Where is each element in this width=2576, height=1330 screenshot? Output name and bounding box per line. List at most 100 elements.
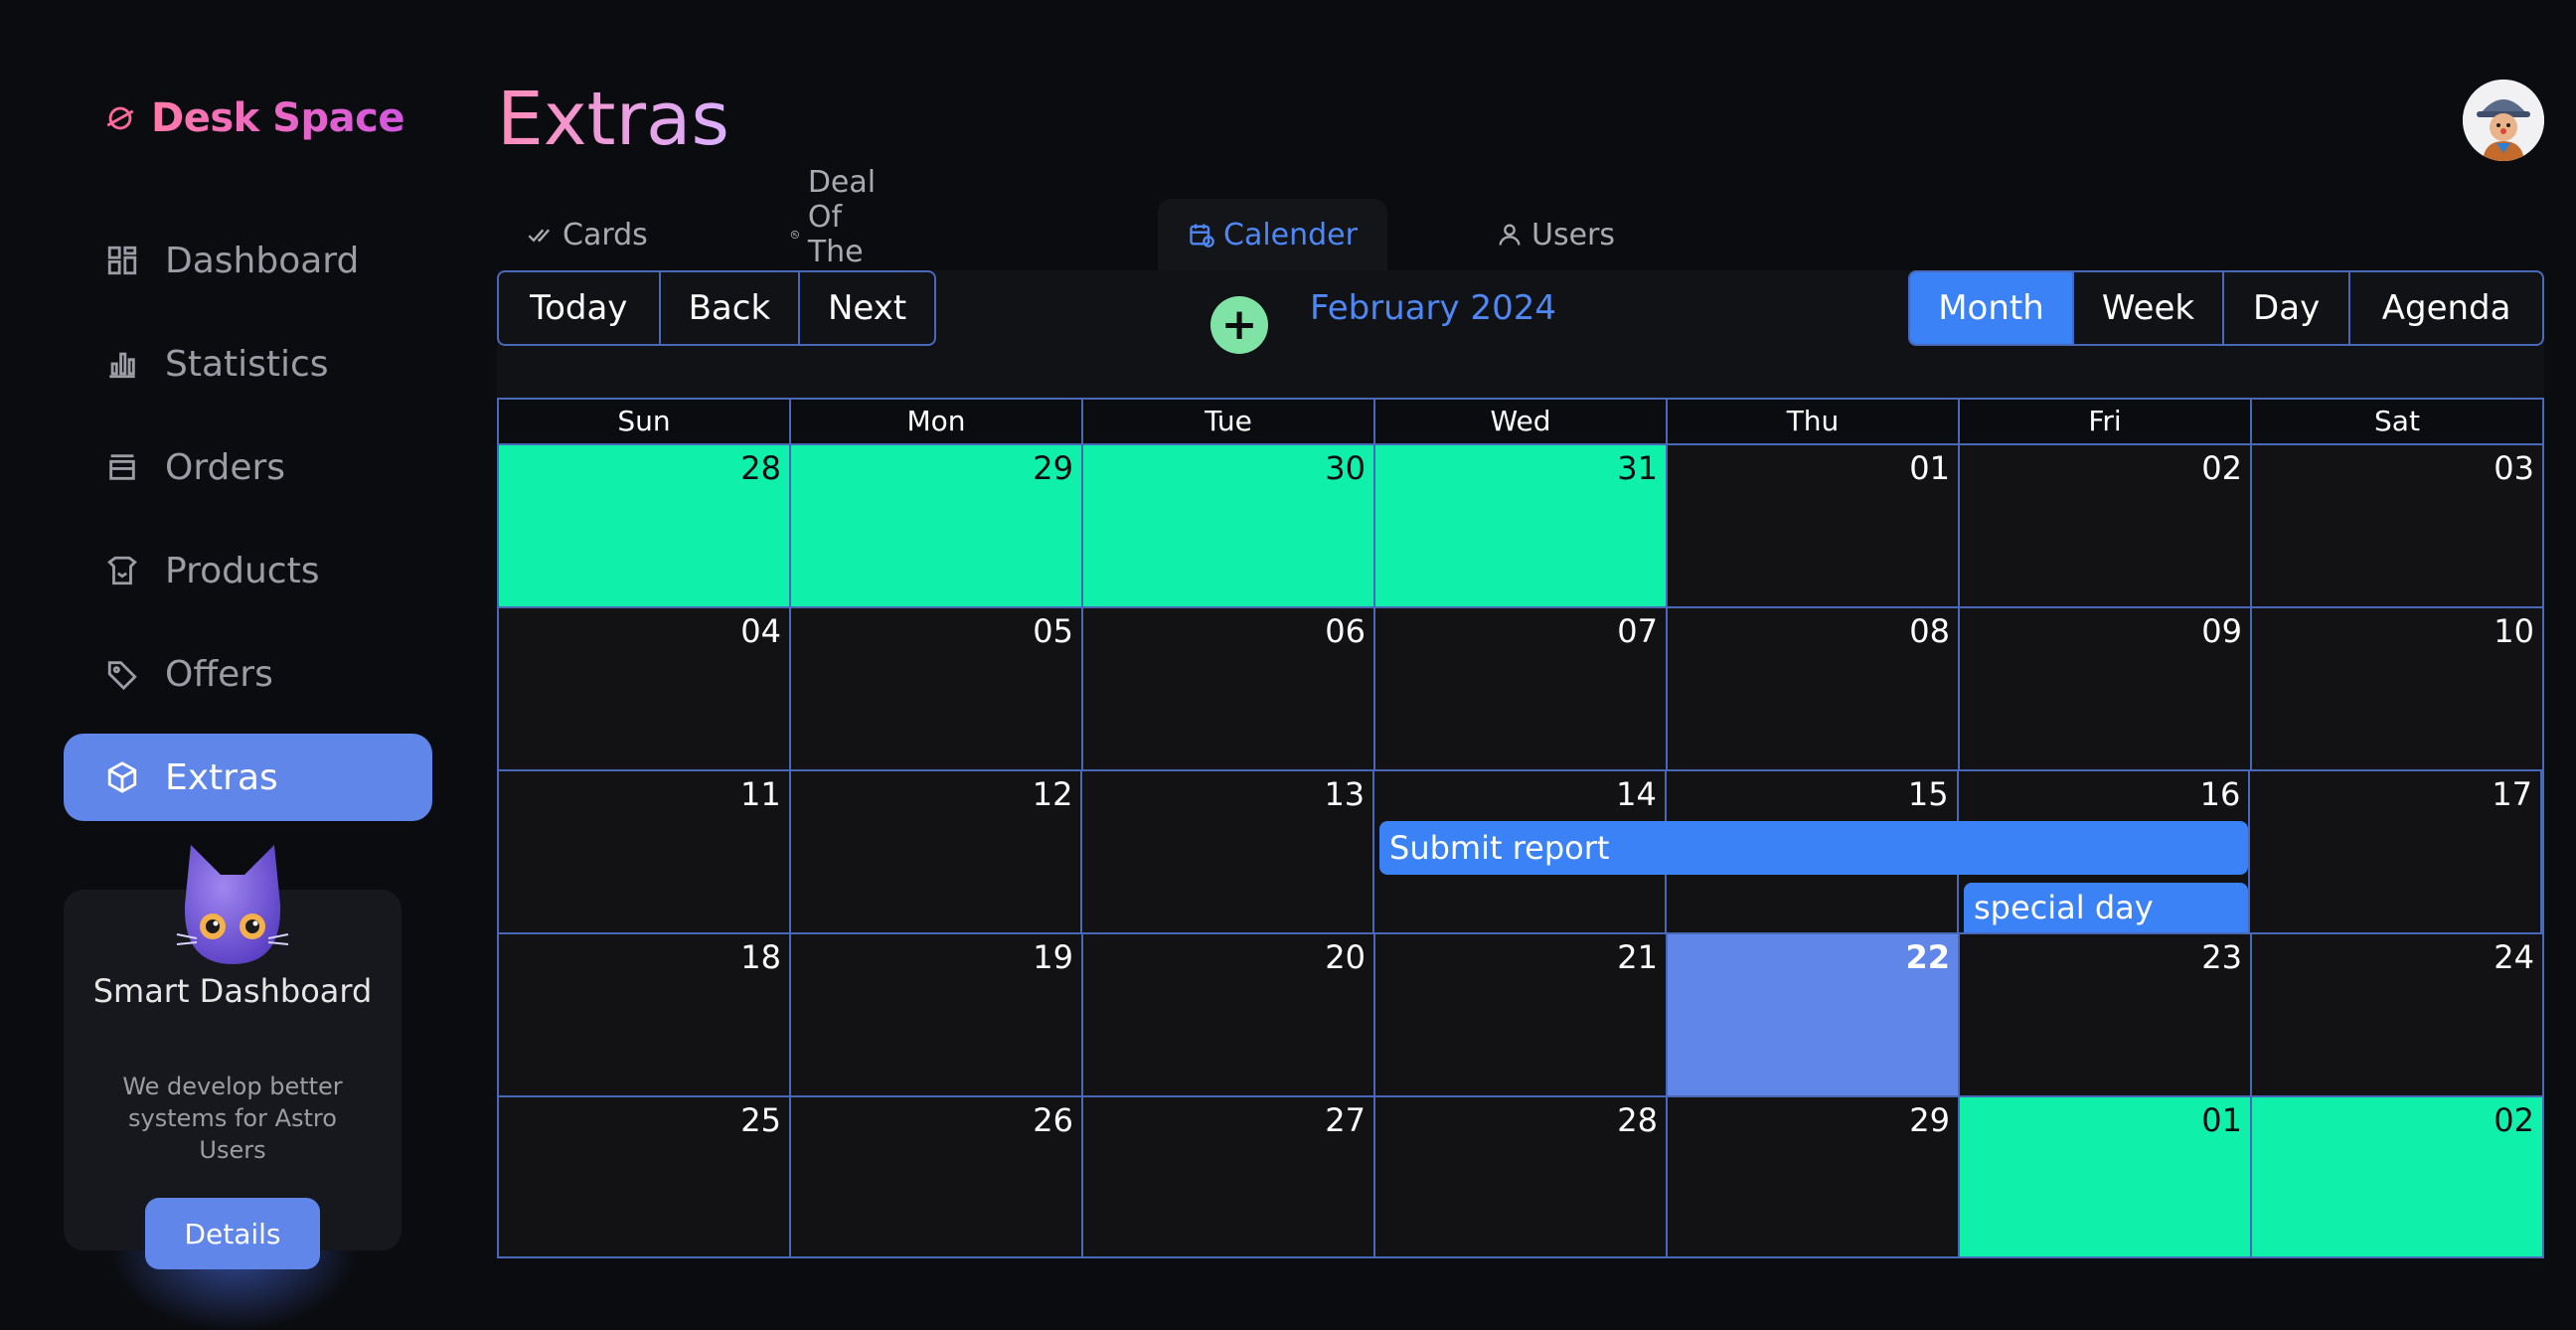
day-number[interactable]: 04 xyxy=(740,612,781,650)
day-number[interactable]: 03 xyxy=(2494,449,2534,487)
day-cell[interactable]: 05 xyxy=(791,608,1083,769)
day-number[interactable]: 20 xyxy=(1325,938,1366,976)
back-button[interactable]: Back xyxy=(661,272,801,344)
day-cell[interactable]: 07 xyxy=(1375,608,1668,769)
logo[interactable]: Desk Space xyxy=(103,95,404,141)
day-cell[interactable]: 19 xyxy=(791,934,1083,1095)
day-number[interactable]: 21 xyxy=(1617,938,1658,976)
tab-deal-of-the-day[interactable]: Deal Of The Day xyxy=(790,165,893,304)
day-cell[interactable]: 28 xyxy=(499,445,791,606)
day-number[interactable]: 10 xyxy=(2494,612,2534,650)
day-number[interactable]: 19 xyxy=(1033,938,1073,976)
sidebar-item-orders[interactable]: Orders xyxy=(64,423,432,511)
day-cell[interactable]: 09 xyxy=(1960,608,2252,769)
day-cell[interactable]: 23 xyxy=(1960,934,2252,1095)
day-cell[interactable]: 08 xyxy=(1668,608,1960,769)
statistics-icon xyxy=(109,352,135,379)
day-cell[interactable]: 29 xyxy=(791,445,1083,606)
tab-cards[interactable]: Cards xyxy=(527,199,648,270)
day-cell[interactable]: 26 xyxy=(791,1097,1083,1256)
sidebar-item-products[interactable]: Products xyxy=(64,527,432,614)
sidebar-item-extras[interactable]: Extras xyxy=(64,734,432,821)
next-button[interactable]: Next xyxy=(800,272,934,344)
day-cell[interactable]: 12 xyxy=(790,771,1083,932)
day-number[interactable]: 24 xyxy=(2494,938,2534,976)
day-number[interactable]: 29 xyxy=(1909,1101,1950,1139)
tab-users[interactable]: Users xyxy=(1496,199,1615,270)
day-number[interactable]: 06 xyxy=(1325,612,1366,650)
today-button[interactable]: Today xyxy=(499,272,661,344)
day-number[interactable]: 28 xyxy=(740,449,781,487)
day-number[interactable]: 25 xyxy=(740,1101,781,1139)
day-cell[interactable]: 13 xyxy=(1082,771,1375,932)
day-number[interactable]: 22 xyxy=(1905,938,1950,976)
event-submit-report[interactable]: Submit report xyxy=(1379,821,2248,875)
day-number[interactable]: 29 xyxy=(1033,449,1073,487)
day-cell[interactable]: 03 xyxy=(2252,445,2542,606)
day-cell[interactable]: 24 xyxy=(2252,934,2542,1095)
day-cell[interactable]: 01 xyxy=(1668,445,1960,606)
sidebar-item-dashboard[interactable]: Dashboard xyxy=(64,217,432,304)
tab-calender[interactable]: Calender xyxy=(1158,199,1387,270)
avatar[interactable] xyxy=(2463,80,2544,161)
day-number[interactable]: 28 xyxy=(1617,1101,1658,1139)
view-week-button[interactable]: Week xyxy=(2074,272,2225,344)
day-cell-today[interactable]: 22 xyxy=(1668,934,1960,1095)
day-number[interactable]: 27 xyxy=(1325,1101,1366,1139)
view-agenda-button[interactable]: Agenda xyxy=(2350,272,2542,344)
month-label: February 2024 xyxy=(1310,288,1556,328)
add-event-button[interactable]: + xyxy=(1210,296,1268,354)
day-number[interactable]: 01 xyxy=(1909,449,1950,487)
sidebar-item-statistics[interactable]: Statistics xyxy=(64,320,432,408)
day-number[interactable]: 01 xyxy=(2201,1101,2242,1139)
extras-icon xyxy=(107,761,137,793)
day-number[interactable]: 18 xyxy=(740,938,781,976)
sidebar-item-label: Extras xyxy=(165,756,278,798)
day-cell[interactable]: 18 xyxy=(499,934,791,1095)
day-cell[interactable]: 02 xyxy=(1960,445,2252,606)
view-button-group: Month Week Day Agenda xyxy=(1908,270,2544,346)
day-number[interactable]: 02 xyxy=(2201,449,2242,487)
day-number[interactable]: 15 xyxy=(1908,775,1949,813)
day-cell[interactable]: 10 xyxy=(2252,608,2542,769)
day-cell[interactable]: 02 xyxy=(2252,1097,2542,1256)
event-special-day[interactable]: special day xyxy=(1964,883,2248,932)
day-cell[interactable]: 06 xyxy=(1083,608,1375,769)
day-cell[interactable]: 21 xyxy=(1375,934,1668,1095)
day-number[interactable]: 16 xyxy=(2200,775,2241,813)
day-number[interactable]: 08 xyxy=(1909,612,1950,650)
details-button[interactable]: Details xyxy=(145,1198,320,1269)
day-number[interactable]: 23 xyxy=(2201,938,2242,976)
day-cell[interactable]: 04 xyxy=(499,608,791,769)
day-cell[interactable]: 17 xyxy=(2250,771,2543,932)
week-row: 11 12 13 14 15 16 17 Submit report speci… xyxy=(497,769,2544,932)
day-cell[interactable]: 27 xyxy=(1083,1097,1375,1256)
day-number[interactable]: 14 xyxy=(1616,775,1657,813)
day-number[interactable]: 02 xyxy=(2494,1101,2534,1139)
day-number[interactable]: 12 xyxy=(1033,775,1073,813)
promo-card: Smart Dashboard We develop better system… xyxy=(64,845,402,1269)
day-cell[interactable]: 28 xyxy=(1375,1097,1668,1256)
day-cell[interactable]: 11 xyxy=(499,771,791,932)
day-cell[interactable]: 29 xyxy=(1668,1097,1960,1256)
day-number[interactable]: 09 xyxy=(2201,612,2242,650)
day-number[interactable]: 07 xyxy=(1617,612,1658,650)
day-cell[interactable]: 30 xyxy=(1083,445,1375,606)
day-number[interactable]: 31 xyxy=(1617,449,1658,487)
day-cell[interactable]: 25 xyxy=(499,1097,791,1256)
day-cell[interactable]: 20 xyxy=(1083,934,1375,1095)
day-cell[interactable]: 31 xyxy=(1375,445,1668,606)
view-month-button[interactable]: Month xyxy=(1910,272,2074,344)
day-cell[interactable]: 01 xyxy=(1960,1097,2252,1256)
weekday-header: Sun Mon Tue Wed Thu Fri Sat xyxy=(497,398,2544,443)
day-number[interactable]: 26 xyxy=(1033,1101,1073,1139)
view-day-button[interactable]: Day xyxy=(2224,272,2351,344)
day-number[interactable]: 30 xyxy=(1325,449,1366,487)
sidebar-item-label: Offers xyxy=(165,653,273,695)
weekday-label: Tue xyxy=(1083,400,1375,443)
day-number[interactable]: 17 xyxy=(2492,775,2532,813)
day-number[interactable]: 13 xyxy=(1324,775,1365,813)
day-number[interactable]: 11 xyxy=(740,775,781,813)
sidebar-item-offers[interactable]: Offers xyxy=(64,630,432,718)
day-number[interactable]: 05 xyxy=(1033,612,1073,650)
